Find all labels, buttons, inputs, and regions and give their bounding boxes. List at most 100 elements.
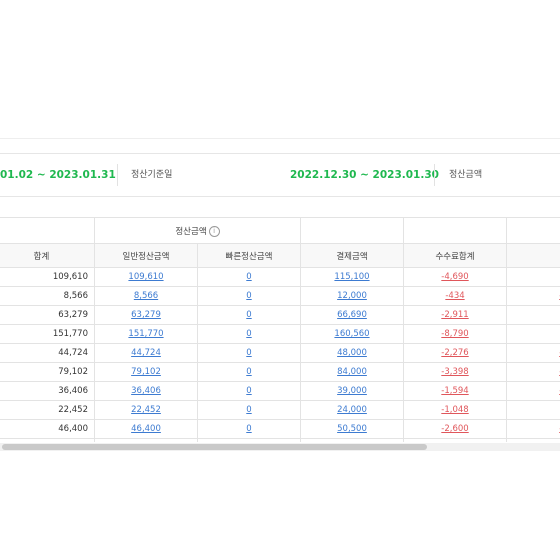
info-icon[interactable]: i [208, 225, 220, 237]
quick-settle-cell: 0 [197, 324, 301, 344]
normal-settle-cell: 109,610 [94, 267, 198, 287]
table-row: 109,610 109,610 0 115,100 -4,690 -80 [0, 267, 560, 287]
col-header-payment: 결제금액 [300, 243, 404, 268]
fee-cell: -2,911 [403, 305, 507, 325]
fee-cell: -2,720 [403, 438, 507, 442]
benefit-cell: -80 [506, 267, 560, 287]
settle-amount-group-header: 정산금액 i [94, 217, 301, 244]
table-row: 46,400 46,400 0 50,500 -2,600 -1,5 [0, 419, 560, 439]
quick-settle-link[interactable]: 0 [246, 367, 251, 377]
scrollbar-thumb[interactable] [2, 444, 427, 450]
divider [117, 164, 118, 186]
benefit-cell: -3,0 [506, 286, 560, 306]
table-row: 8,566 8,566 0 12,000 -434 -3,0 [0, 286, 560, 306]
fee-cell: -8,790 [403, 324, 507, 344]
header-spacer [0, 217, 95, 244]
col-header-benefit: 혜택 [506, 243, 560, 268]
quick-settle-link[interactable]: 0 [246, 348, 251, 358]
payment-link[interactable]: 66,690 [337, 310, 367, 320]
normal-settle-cell: 36,406 [94, 381, 198, 401]
quick-settle-link[interactable]: 0 [246, 272, 251, 282]
payment-link[interactable]: 48,000 [337, 348, 367, 358]
table-row: 79,102 79,102 0 84,000 -3,398 -1,5 [0, 362, 560, 382]
quick-settle-cell: 0 [197, 305, 301, 325]
table-row: 56,98056,980061,200-2,720-1,5 [0, 438, 560, 442]
payment-cell: 24,000 [300, 400, 404, 420]
fee-cell: -1,594 [403, 381, 507, 401]
total-cell-cell: 151,770 [0, 324, 95, 344]
group-header-label: 정산금액 [175, 226, 207, 237]
settle-amount-label: 정산금액 [449, 170, 483, 180]
quick-settle-link[interactable]: 0 [246, 386, 251, 396]
table-row: 63,279 63,279 0 66,690 -2,911 -50 [0, 305, 560, 325]
payment-cell: 61,200 [300, 438, 404, 442]
payment-period: 2022.12.30 ~ 2023.01.30 [290, 169, 439, 181]
fee-link[interactable]: -2,911 [441, 310, 468, 320]
payment-cell: 160,560 [300, 324, 404, 344]
quick-settle-link[interactable]: 0 [246, 310, 251, 320]
settlement-table-wrap: 정산금액i 합계 일반정산금액 빠른정산금액 결제금액 수수료합계 혜택 109… [0, 217, 560, 442]
normal-settle-cell: 56,980 [94, 438, 198, 442]
table-row: 44,724 44,724 0 48,000 -2,276 -1,0 [0, 343, 560, 363]
total-cell-cell: 8,566 [0, 286, 95, 306]
fee-link[interactable]: -1,048 [441, 405, 468, 415]
payment-link[interactable]: 39,000 [337, 386, 367, 396]
total-cell-cell: 22,452 [0, 400, 95, 420]
payment-link[interactable]: 12,000 [337, 291, 367, 301]
quick-settle-cell: 0 [197, 267, 301, 287]
normal-settle-link[interactable]: 8,566 [134, 291, 158, 301]
benefit-cell: -50 [506, 305, 560, 325]
quick-settle-cell: 0 [197, 400, 301, 420]
fee-cell: -1,048 [403, 400, 507, 420]
normal-settle-link[interactable]: 36,406 [131, 386, 161, 396]
total-cell-cell: 36,406 [0, 381, 95, 401]
settle-period: 01.02 ~ 2023.01.31 [0, 169, 116, 181]
fee-cell: -434 [403, 286, 507, 306]
fee-link[interactable]: -3,398 [441, 367, 468, 377]
quick-settle-cell: 0 [197, 381, 301, 401]
quick-settle-link[interactable]: 0 [246, 329, 251, 339]
benefit-cell: -1,5 [506, 438, 560, 442]
settlement-summary-bar: 01.02 ~ 2023.01.31 정산기준일 2022.12.30 ~ 20… [0, 153, 560, 197]
col-header-total: 합계 [0, 243, 95, 268]
payment-link[interactable]: 160,560 [334, 329, 369, 339]
normal-settle-link[interactable]: 151,770 [128, 329, 163, 339]
payment-link[interactable]: 115,100 [334, 272, 369, 282]
quick-settle-link[interactable]: 0 [246, 405, 251, 415]
normal-settle-link[interactable]: 46,400 [131, 424, 161, 434]
benefit-cell: -1,0 [506, 381, 560, 401]
payment-link[interactable]: 84,000 [337, 367, 367, 377]
quick-settle-cell: 0 [197, 343, 301, 363]
fee-cell: -4,690 [403, 267, 507, 287]
payment-cell: 12,000 [300, 286, 404, 306]
normal-settle-cell: 8,566 [94, 286, 198, 306]
normal-settle-link[interactable]: 109,610 [128, 272, 163, 282]
payment-cell: 39,000 [300, 381, 404, 401]
benefit-cell: -1,0 [506, 343, 560, 363]
quick-settle-cell: 0 [197, 286, 301, 306]
horizontal-scrollbar[interactable] [0, 443, 560, 451]
fee-link[interactable]: -2,600 [441, 424, 468, 434]
fee-link[interactable]: -8,790 [441, 329, 468, 339]
normal-settle-cell: 44,724 [94, 343, 198, 363]
fee-link[interactable]: -434 [445, 291, 464, 301]
fee-link[interactable]: -1,594 [441, 386, 468, 396]
header-spacer [300, 217, 404, 244]
fee-cell: -2,600 [403, 419, 507, 439]
quick-settle-link[interactable]: 0 [246, 291, 251, 301]
quick-settle-link[interactable]: 0 [246, 424, 251, 434]
total-cell-cell: 46,400 [0, 419, 95, 439]
quick-settle-cell: 0 [197, 419, 301, 439]
fee-link[interactable]: -2,276 [441, 348, 468, 358]
fee-link[interactable]: -4,690 [441, 272, 468, 282]
normal-settle-link[interactable]: 63,279 [131, 310, 161, 320]
normal-settle-link[interactable]: 44,724 [131, 348, 161, 358]
normal-settle-cell: 46,400 [94, 419, 198, 439]
normal-settle-link[interactable]: 22,452 [131, 405, 161, 415]
payment-link[interactable]: 24,000 [337, 405, 367, 415]
benefit-cell: -1,5 [506, 362, 560, 382]
benefit-cell: -50 [506, 400, 560, 420]
payment-link[interactable]: 50,500 [337, 424, 367, 434]
normal-settle-link[interactable]: 79,102 [131, 367, 161, 377]
col-header-quick-settle: 빠른정산금액 [197, 243, 301, 268]
